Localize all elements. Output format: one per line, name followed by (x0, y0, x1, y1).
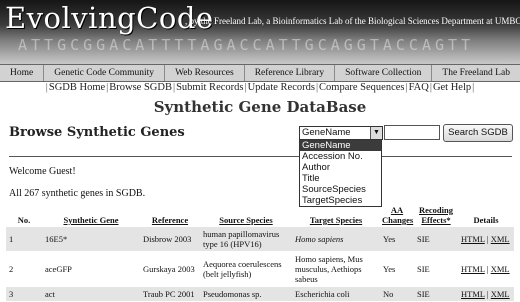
cell-no: 2 (6, 251, 42, 287)
welcome-message: Welcome Guest! (9, 166, 76, 177)
site-tagline: , by the Freeland Lab, a Bioinformatics … (185, 16, 520, 26)
chevron-down-icon[interactable]: ▼ (370, 127, 382, 139)
browse-heading: Browse Synthetic Genes (9, 125, 185, 140)
col-header-label[interactable]: Recoding Effects* (419, 205, 453, 225)
cell-target-species: Homo sapiens, Mus musculus, Aethiops sab… (292, 251, 380, 287)
xml-link[interactable]: XML (491, 264, 510, 274)
subnav-compare-sequences[interactable]: Compare Sequences (319, 82, 404, 93)
col-header-reference[interactable]: Reference (140, 201, 200, 227)
cell-aa-changes: Yes (380, 227, 414, 252)
cell-source-species: Aequorea coerulescens (belt jellyfish) (200, 251, 292, 287)
cell-reference: Disbrow 2003 (140, 227, 200, 252)
cell-details: HTML | XML (458, 286, 514, 302)
option-target-species[interactable]: TargetSpecies (300, 195, 381, 206)
cell-aa-changes: No (380, 286, 414, 302)
col-header-no: No. (17, 215, 31, 225)
col-header-details: Details (473, 215, 499, 225)
html-link[interactable]: HTML (461, 234, 485, 244)
search-sgdb-button[interactable]: Search SGDB (443, 124, 513, 142)
col-header-label[interactable]: AA Changes (382, 205, 413, 225)
page-title: Synthetic Gene DataBase (153, 98, 367, 116)
nav-freeland-lab[interactable]: The Freeland Lab (432, 65, 520, 81)
option-gene-name[interactable]: GeneName (300, 140, 381, 151)
table-header-row: No. Synthetic Gene Reference Source Spec… (6, 201, 514, 227)
col-header-synthetic-gene[interactable]: Synthetic Gene (42, 201, 140, 227)
subnav-update-records[interactable]: Update Records (248, 82, 315, 93)
cell-gene: 16E5* (42, 227, 140, 252)
cell-aa-changes: Yes (380, 251, 414, 287)
option-title[interactable]: Title (300, 173, 381, 184)
html-link[interactable]: HTML (461, 289, 485, 299)
cell-source-species: human papillomavirus type 16 (HPV16) (200, 227, 292, 252)
cell-details: HTML | XML (458, 251, 514, 287)
col-header-recoding-effects[interactable]: Recoding Effects* (414, 201, 458, 227)
col-header-label[interactable]: Target Species (310, 215, 362, 225)
cell-no: 1 (6, 227, 42, 252)
table-row: 1 16E5* Disbrow 2003 human papillomaviru… (6, 227, 514, 252)
site-logo[interactable]: EvolvingCode (5, 1, 214, 35)
xml-link[interactable]: XML (491, 289, 510, 299)
dna-sequence-graphic: ATTGCGGACATTTTAGACCATTGCAGGTACCAGTT (18, 36, 475, 54)
option-source-species[interactable]: SourceSpecies (300, 184, 381, 195)
nav-software-collection[interactable]: Software Collection (335, 65, 433, 81)
cell-target-species: Homo sapiens (292, 227, 380, 252)
subnav-faq[interactable]: FAQ (409, 82, 429, 93)
html-link[interactable]: HTML (461, 264, 485, 274)
option-accession-no[interactable]: Accession No. (300, 151, 381, 162)
cell-reference: Gurskaya 2003 (140, 251, 200, 287)
col-header-label[interactable]: Reference (152, 215, 188, 225)
cell-source-species: Pseudomonas sp. (200, 286, 292, 302)
cell-target-text: Homo sapiens (295, 234, 344, 244)
cell-reference: Traub PC 2001 (140, 286, 200, 302)
cell-recoding-effects: SIE (414, 251, 458, 287)
cell-details: HTML | XML (458, 227, 514, 252)
col-header-label[interactable]: Synthetic Gene (63, 215, 118, 225)
table-row: 2 aceGFP Gurskaya 2003 Aequorea coerules… (6, 251, 514, 287)
subnav-get-help[interactable]: Get Help (433, 82, 471, 93)
nav-reference-library[interactable]: Reference Library (245, 65, 336, 81)
cell-no: 3 (6, 286, 42, 302)
subnav-sgdb-home[interactable]: SGDB Home (49, 82, 105, 93)
divider (9, 156, 512, 157)
nav-genetic-code-community[interactable]: Genetic Code Community (44, 65, 166, 81)
cell-recoding-effects: SIE (414, 286, 458, 302)
nav-web-resources[interactable]: Web Resources (165, 65, 245, 81)
subnav-browse-sgdb[interactable]: Browse SGDB (109, 82, 172, 93)
xml-link[interactable]: XML (491, 234, 510, 244)
cell-gene: aceGFP (42, 251, 140, 287)
col-header-source-species[interactable]: Source Species (200, 201, 292, 227)
col-header-aa-changes[interactable]: AA Changes (380, 201, 414, 227)
col-header-label[interactable]: Source Species (219, 215, 272, 225)
search-input[interactable] (384, 125, 440, 140)
main-nav: Home Genetic Code Community Web Resource… (0, 64, 520, 82)
cell-recoding-effects: SIE (414, 227, 458, 252)
subnav-submit-records[interactable]: Submit Records (176, 82, 243, 93)
header-banner: ATTGCGGACATTTTAGACCATTGCAGGTACCAGTT Evol… (0, 0, 520, 64)
option-author[interactable]: Author (300, 162, 381, 173)
table-row: 3 act Traub PC 2001 Pseudomonas sp. Esch… (6, 286, 514, 302)
cell-target-species: Escherichia coli (292, 286, 380, 302)
search-field-options: GeneName Accession No. Author Title Sour… (299, 139, 382, 207)
sgdb-subnav: |SGDB Home|Browse SGDB|Submit Records|Up… (0, 82, 520, 93)
cell-gene: act (42, 286, 140, 302)
nav-home[interactable]: Home (0, 65, 45, 81)
select-value: GeneName (302, 127, 351, 138)
separator: | (472, 82, 475, 93)
gene-count: All 267 synthetic genes in SGDB. (9, 188, 146, 199)
search-field-select[interactable]: GeneName ▼ (299, 126, 383, 140)
